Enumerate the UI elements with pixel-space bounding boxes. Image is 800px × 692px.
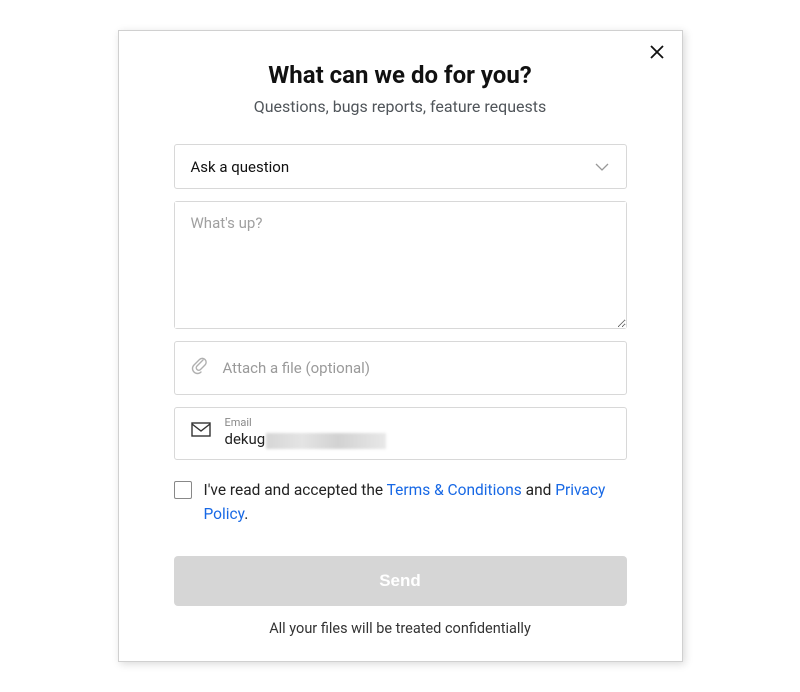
consent-row: I've read and accepted the Terms & Condi… bbox=[174, 478, 627, 526]
topic-selected-label: Ask a question bbox=[191, 158, 290, 176]
message-field-wrapper bbox=[174, 201, 627, 329]
contact-modal: What can we do for you? Questions, bugs … bbox=[118, 30, 683, 661]
topic-select[interactable]: Ask a question bbox=[174, 144, 627, 189]
email-label: Email bbox=[225, 416, 387, 429]
consent-text: I've read and accepted the Terms & Condi… bbox=[204, 478, 627, 526]
send-button[interactable]: Send bbox=[174, 556, 627, 606]
attach-label: Attach a file (optional) bbox=[223, 359, 371, 377]
terms-link[interactable]: Terms & Conditions bbox=[387, 481, 522, 499]
modal-title: What can we do for you? bbox=[174, 61, 627, 89]
attach-file-field[interactable]: Attach a file (optional) bbox=[174, 341, 627, 395]
modal-subtitle: Questions, bugs reports, feature request… bbox=[174, 97, 627, 116]
modal-header: What can we do for you? Questions, bugs … bbox=[174, 61, 627, 116]
confidential-note: All your files will be treated confident… bbox=[174, 620, 627, 637]
consent-middle: and bbox=[522, 481, 555, 499]
envelope-icon bbox=[191, 422, 211, 442]
email-value: dekug bbox=[225, 430, 387, 448]
paperclip-icon bbox=[191, 356, 209, 380]
email-content: Email dekug bbox=[225, 416, 387, 448]
consent-prefix: I've read and accepted the bbox=[204, 481, 387, 499]
consent-suffix: . bbox=[244, 505, 248, 523]
email-field[interactable]: Email dekug bbox=[174, 407, 627, 459]
consent-checkbox[interactable] bbox=[174, 481, 192, 499]
email-visible-part: dekug bbox=[225, 430, 266, 448]
email-redacted-part bbox=[266, 433, 386, 449]
close-icon[interactable] bbox=[650, 45, 664, 63]
chevron-down-icon bbox=[594, 157, 610, 176]
message-textarea[interactable] bbox=[175, 202, 626, 328]
